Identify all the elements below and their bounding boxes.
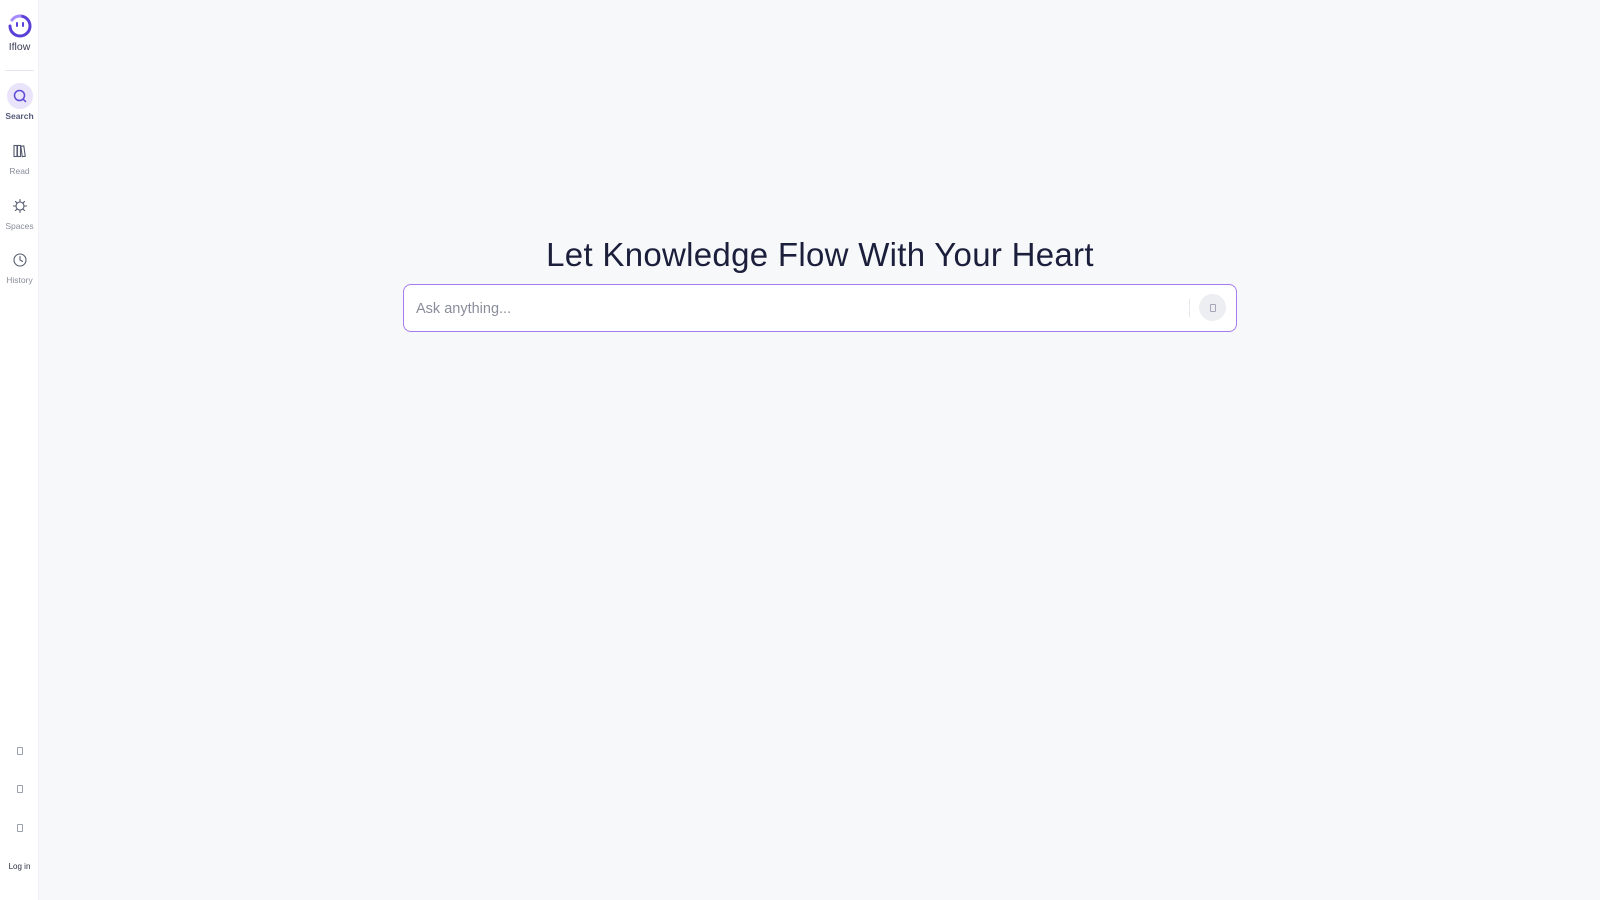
sidebar: Iflow Search Read Spaces History Log in [0,0,39,900]
search-input[interactable] [414,285,1188,332]
books-icon [7,138,33,164]
sidebar-item-search[interactable]: Search [0,83,39,121]
glyph-icon [16,747,23,755]
search-divider [1189,299,1190,317]
sidebar-item-label: Read [9,166,30,176]
sidebar-item-label: Search [5,111,34,121]
login-link[interactable]: Log in [0,862,39,871]
app-root: Iflow Search Read Spaces History Log in … [0,0,1600,900]
search-box [403,284,1237,332]
glyph-icon [16,785,23,793]
clock-icon [7,247,33,273]
sidebar-divider [5,70,34,71]
sidebar-utility-button-1[interactable] [0,743,39,759]
sidebar-item-spaces[interactable]: Spaces [0,193,39,231]
sidebar-utility-button-2[interactable] [0,781,39,797]
sidebar-item-label: History [6,275,33,285]
sidebar-item-history[interactable]: History [0,247,39,285]
glyph-icon [1209,303,1216,312]
sidebar-item-read[interactable]: Read [0,138,39,176]
sidebar-utility-button-3[interactable] [0,820,39,836]
search-icon [6,83,33,109]
glyph-icon [16,824,23,832]
logo-icon [8,14,31,38]
page-headline: Let Knowledge Flow With Your Heart [546,236,1094,273]
spaces-icon [7,193,33,219]
app-name: Iflow [8,41,31,53]
send-button[interactable] [1199,294,1226,321]
sidebar-item-label: Spaces [5,221,34,231]
logo[interactable]: Iflow [0,11,39,53]
